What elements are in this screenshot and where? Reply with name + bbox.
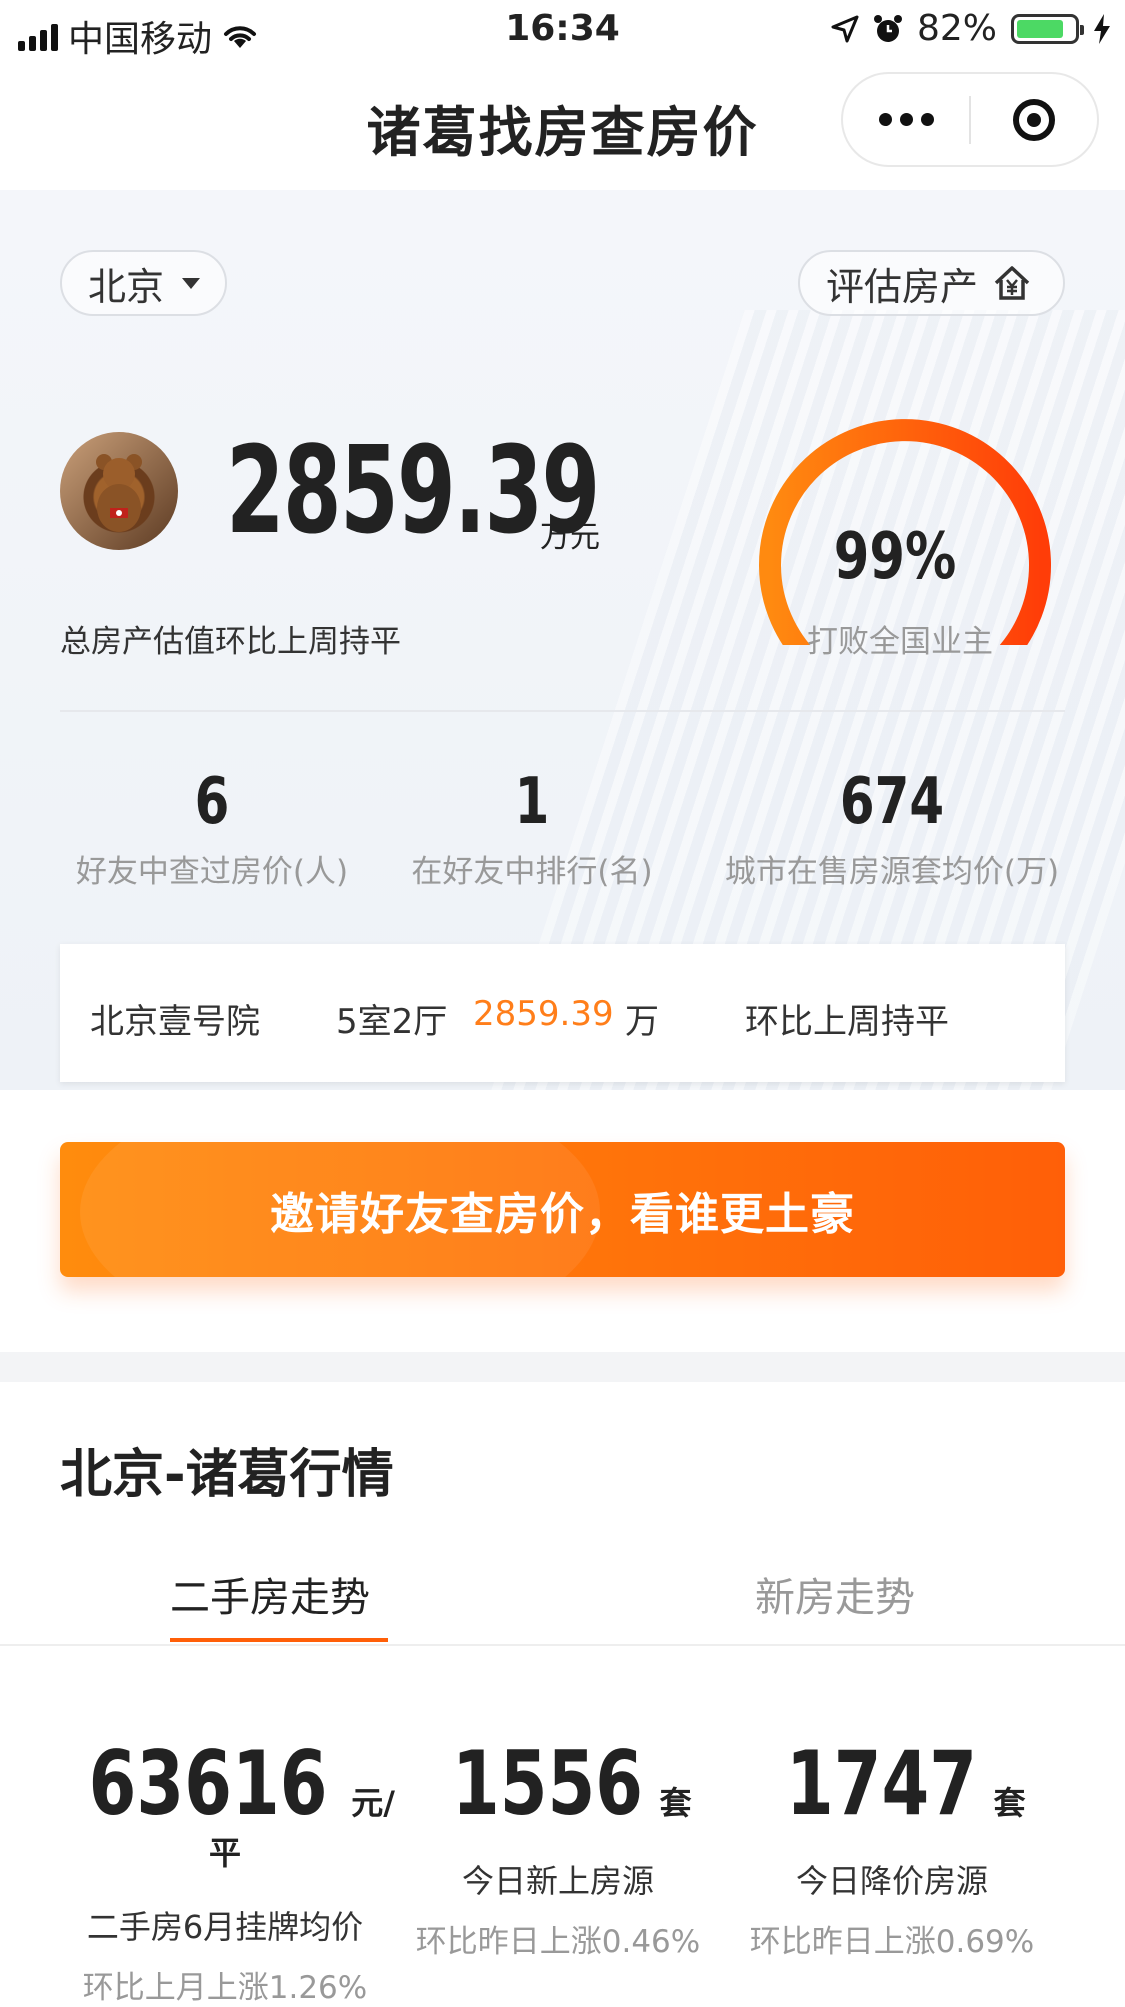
market-stat-change: 环比昨日上涨0.69% xyxy=(749,1924,1035,1960)
invite-friends-button[interactable]: 邀请好友查房价，看谁更土豪 xyxy=(60,1142,1065,1277)
property-price-unit: 万 xyxy=(625,1002,659,1042)
avatar[interactable] xyxy=(60,432,178,550)
invite-label: 邀请好友查房价，看谁更土豪 xyxy=(270,1188,855,1240)
market-stat-change: 环比上月上涨1.26% xyxy=(82,1970,368,2006)
stat-friend-rank: 1 在好友中排行(名) xyxy=(372,770,692,891)
status-bar: 中国移动 16:34 82% xyxy=(0,0,1125,60)
property-layout: 5室2厅 xyxy=(336,1002,448,1042)
target-icon xyxy=(1012,98,1055,141)
stat-label: 在好友中排行(名) xyxy=(411,854,653,890)
market-stat-label: 二手房6月挂牌均价 xyxy=(86,1908,364,1946)
market-stat-value: 63616 xyxy=(88,1732,328,1835)
market-stat-change: 环比昨日上涨0.46% xyxy=(415,1924,701,1960)
location-arrow-icon xyxy=(831,15,859,42)
rank-percent: 99% xyxy=(833,520,957,594)
property-name: 北京壹号院 xyxy=(90,1002,260,1042)
charging-icon xyxy=(1094,13,1110,44)
battery-percent: 82% xyxy=(916,8,997,49)
city-selector[interactable]: 北京 xyxy=(60,250,227,316)
caret-down-icon xyxy=(182,277,201,289)
total-value-unit: 万元 xyxy=(540,520,600,555)
hero-divider xyxy=(60,710,1065,712)
market-stat-new-listings: 1556 套 今日新上房源 环比昨日上涨0.46% xyxy=(378,1740,738,1961)
close-miniprogram-button[interactable] xyxy=(971,98,1097,141)
tab-new-home-trend[interactable]: 新房走势 xyxy=(755,1565,915,1623)
market-stat-value: 1747 xyxy=(785,1732,977,1835)
stat-value: 1 xyxy=(514,765,550,839)
market-section-title: 北京-诸葛行情 xyxy=(60,1445,394,1505)
miniprogram-capsule xyxy=(841,72,1099,167)
city-label: 北京 xyxy=(88,264,165,309)
market-stat-label: 今日新上房源 xyxy=(461,1862,654,1900)
property-card[interactable]: 北京壹号院 5室2厅 2859.39 万 环比上周持平 xyxy=(60,944,1065,1082)
section-gap xyxy=(0,1352,1125,1382)
market-stat-label: 今日降价房源 xyxy=(795,1862,988,1900)
property-change: 环比上周持平 xyxy=(745,1002,949,1042)
avatar-image xyxy=(96,454,142,532)
market-stat-value: 1556 xyxy=(451,1732,643,1835)
evaluate-label: 评估房产 xyxy=(826,264,979,309)
title-bar: 诸葛找房查房价 xyxy=(0,60,1125,190)
stat-label: 城市在售房源套均价(万) xyxy=(724,854,1060,890)
status-right: 82% xyxy=(831,8,1111,49)
stat-value: 6 xyxy=(194,765,230,839)
battery-icon xyxy=(1011,13,1084,44)
stat-friends-checked: 6 好友中查过房价(人) xyxy=(52,770,372,891)
stat-value: 674 xyxy=(839,765,945,839)
stat-city-avg-price: 674 城市在售房源套均价(万) xyxy=(722,770,1062,891)
tab-second-hand-trend[interactable]: 二手房走势 xyxy=(170,1565,370,1623)
stat-label: 好友中查过房价(人) xyxy=(75,854,349,890)
property-price: 2859.39 xyxy=(473,994,614,1034)
rank-label: 打败全国业主 xyxy=(807,624,993,660)
house-yuan-icon xyxy=(994,266,1030,300)
market-stat-unit: 套 xyxy=(993,1784,1026,1822)
more-icon xyxy=(878,113,934,126)
value-compare-text: 总房产估值环比上周持平 xyxy=(60,624,401,660)
market-stat-unit: 套 xyxy=(659,1784,692,1822)
market-stat-avg-listing-price: 63616 元/平 二手房6月挂牌均价 环比上月上涨1.26% xyxy=(45,1740,405,2007)
more-button[interactable] xyxy=(843,113,969,126)
evaluate-property-button[interactable]: 评估房产 xyxy=(798,250,1065,316)
market-stat-price-cut-listings: 1747 套 今日降价房源 环比昨日上涨0.69% xyxy=(712,1740,1072,1961)
active-tab-indicator xyxy=(170,1638,388,1642)
tab-divider xyxy=(0,1644,1125,1646)
alarm-icon xyxy=(873,14,902,42)
